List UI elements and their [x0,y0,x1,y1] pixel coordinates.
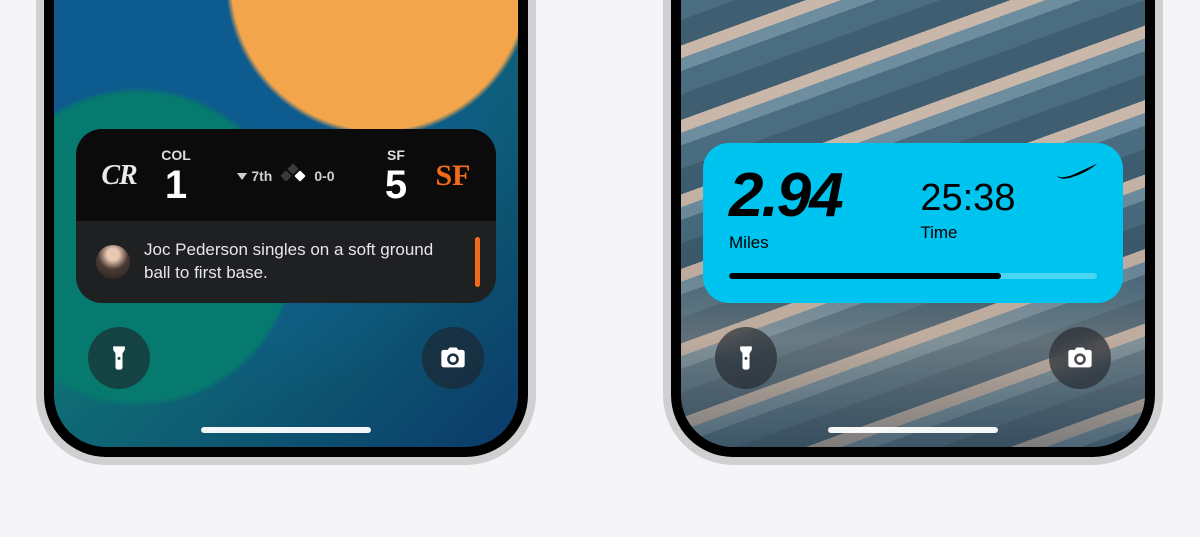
lock-screen-left: CR COL 1 7th [54,0,518,447]
flashlight-icon [105,344,133,372]
lock-screen-controls [54,327,518,389]
camera-icon [1066,344,1094,372]
home-indicator[interactable] [828,427,998,433]
game-state: 7th 0-0 [210,165,362,187]
inning-text: 7th [251,168,272,184]
sports-play-row: Joc Pederson singles on a soft ground ba… [76,221,496,303]
rockies-logo-icon: CR [96,153,142,199]
flashlight-button[interactable] [715,327,777,389]
phone-frame-right: 2.94 Miles 25:38 Time [663,0,1163,465]
phone-frame-left: CR COL 1 7th [36,0,536,465]
camera-button[interactable] [1049,327,1111,389]
play-description: Joc Pederson singles on a soft ground ba… [144,239,476,285]
camera-button[interactable] [422,327,484,389]
down-arrow-icon [237,171,247,181]
player-avatar [96,245,130,279]
run-progress-fill [729,273,1001,279]
run-progress-bar [729,273,1097,279]
lock-screen-controls [681,327,1145,389]
away-team-score: 1 [165,165,187,205]
away-score-col: COL 1 [152,147,200,205]
home-team-abbr: SF [387,147,405,163]
count-text: 0-0 [314,168,334,184]
bases-diamond-icon [282,165,304,187]
home-score-col: SF 5 [372,147,420,205]
camera-icon [439,344,467,372]
away-team-abbr: COL [161,147,191,163]
time-label: Time [920,223,1097,243]
flashlight-button[interactable] [88,327,150,389]
nike-swoosh-icon [1055,161,1099,186]
phone-bezel: CR COL 1 7th [44,0,528,457]
lock-screen-right: 2.94 Miles 25:38 Time [681,0,1145,447]
distance-label: Miles [729,233,920,253]
team-accent-bar [475,237,480,287]
home-indicator[interactable] [201,427,371,433]
live-activity-sports[interactable]: CR COL 1 7th [76,129,496,303]
giants-logo-icon: SF [430,153,476,199]
inning-indicator: 7th [237,168,272,184]
home-team-score: 5 [385,165,407,205]
sports-score-row: CR COL 1 7th [76,129,496,221]
distance-metric: 2.94 Miles [729,165,920,253]
nike-metrics-row: 2.94 Miles 25:38 Time [729,165,1097,253]
live-activity-nike[interactable]: 2.94 Miles 25:38 Time [703,143,1123,303]
distance-value: 2.94 [729,165,920,227]
flashlight-icon [732,344,760,372]
phone-bezel: 2.94 Miles 25:38 Time [671,0,1155,457]
